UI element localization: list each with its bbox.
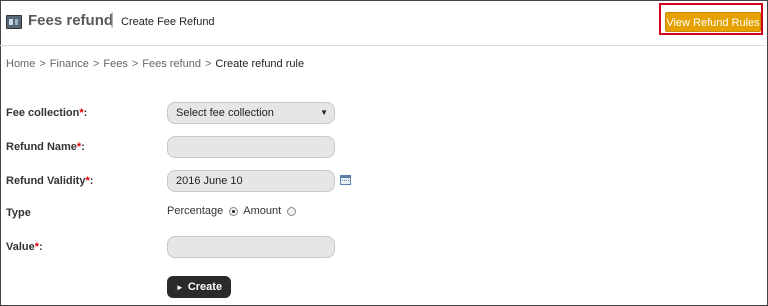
fee-collection-label: Fee collection*: xyxy=(6,107,87,119)
breadcrumb-separator: > xyxy=(39,58,46,70)
fee-collection-selected-value: Select fee collection xyxy=(176,107,274,119)
type-option-percentage-label: Percentage xyxy=(167,205,224,217)
breadcrumb: Home > Finance > Fees > Fees refund > Create ref… xyxy=(6,58,304,70)
fee-collection-select[interactable]: Select fee collection ▼ xyxy=(167,102,335,124)
breadcrumb-separator: > xyxy=(131,58,139,70)
refund-name-label: Refund Name*: xyxy=(6,141,85,153)
create-button[interactable]: ► Create xyxy=(167,276,231,298)
fee-collection-label-text: Fee collection xyxy=(6,107,80,119)
value-label: Value*: xyxy=(6,241,43,253)
title-separator: | xyxy=(110,11,115,28)
breadcrumb-fees-refund[interactable]: Fees refund xyxy=(142,58,201,70)
label-colon: : xyxy=(89,175,94,187)
type-radio-percentage[interactable] xyxy=(229,206,239,216)
refund-validity-label-text: Refund Validity xyxy=(6,175,86,187)
breadcrumb-home[interactable]: Home xyxy=(6,58,35,70)
type-label: Type xyxy=(6,207,31,219)
breadcrumb-current: Create refund rule xyxy=(215,58,305,70)
page-title: Create Fee Refund xyxy=(121,16,215,28)
value-input[interactable] xyxy=(167,236,335,258)
label-colon: : xyxy=(39,241,43,253)
breadcrumb-separator: > xyxy=(204,58,212,70)
type-radio-amount[interactable] xyxy=(287,206,297,216)
label-colon: : xyxy=(83,107,88,119)
label-colon: : xyxy=(81,141,85,153)
create-button-label: Create xyxy=(187,281,223,293)
chevron-down-icon: ▼ xyxy=(320,108,328,117)
refund-name-label-text: Refund Name xyxy=(6,141,77,153)
refund-validity-input[interactable]: 2016 June 10 xyxy=(167,170,335,192)
view-refund-rules-button[interactable]: View Refund Rules xyxy=(665,12,761,32)
fees-module-icon xyxy=(6,15,22,29)
play-icon: ► xyxy=(175,283,184,292)
calendar-icon[interactable] xyxy=(340,175,351,185)
value-label-text: Value xyxy=(6,241,35,253)
refund-name-input[interactable] xyxy=(167,136,335,158)
breadcrumb-separator: > xyxy=(92,58,100,70)
refund-validity-label: Refund Validity*: xyxy=(6,175,93,187)
page-header: Fees refund | Create Fee Refund View Ref… xyxy=(0,0,766,46)
module-title: Fees refund xyxy=(28,12,114,29)
type-option-amount-label: Amount xyxy=(243,205,282,217)
breadcrumb-fees[interactable]: Fees xyxy=(103,58,127,70)
breadcrumb-finance[interactable]: Finance xyxy=(50,58,89,70)
type-radio-group: Percentage Amount xyxy=(167,205,301,217)
